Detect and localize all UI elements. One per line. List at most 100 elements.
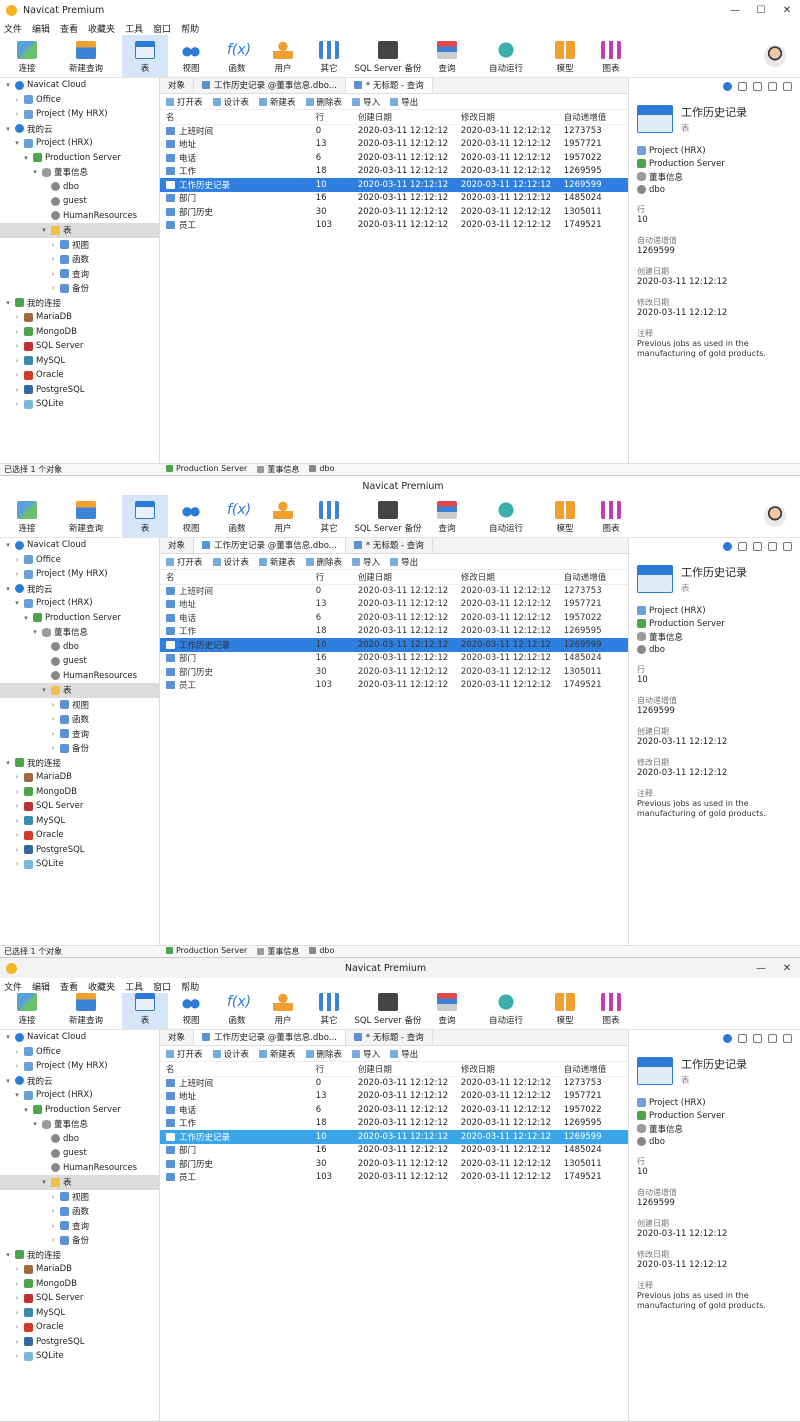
- chevron-right-icon[interactable]: ›: [13, 817, 21, 825]
- chart-button[interactable]: 图表: [588, 35, 634, 77]
- column-header-name[interactable]: 名: [160, 570, 310, 585]
- chart-button[interactable]: 图表: [588, 495, 634, 537]
- chevron-right-icon[interactable]: ›: [49, 284, 57, 292]
- nav-item-14[interactable]: › 备份: [0, 1233, 159, 1248]
- connection-button[interactable]: 连接: [4, 35, 50, 77]
- user-button[interactable]: 用户: [260, 993, 306, 1029]
- table-row[interactable]: 工作 18 2020-03-11 12:12:12 2020-03-11 12:12:…: [160, 165, 628, 179]
- nav-item-13[interactable]: › 查询: [0, 727, 159, 742]
- chevron-right-icon[interactable]: ›: [13, 831, 21, 839]
- table-row[interactable]: 员工 103 2020-03-11 12:12:12 2020-03-11 12:12…: [160, 679, 628, 693]
- menu-view[interactable]: 查看: [60, 980, 78, 993]
- nav-item-22[interactable]: › SQLite: [0, 1349, 159, 1364]
- new-query-button[interactable]: 新建查询: [50, 35, 122, 77]
- table-row[interactable]: 上班时间 0 2020-03-11 12:12:12 2020-03-11 12:12…: [160, 124, 628, 138]
- chevron-right-icon[interactable]: ›: [13, 860, 21, 868]
- nav-item-5[interactable]: ▾ Production Server: [0, 611, 159, 626]
- chevron-down-icon[interactable]: ▾: [22, 154, 30, 162]
- table-button[interactable]: 表: [122, 495, 168, 537]
- chevron-right-icon[interactable]: ›: [49, 255, 57, 263]
- chevron-right-icon[interactable]: ›: [13, 400, 21, 408]
- menu-help[interactable]: 帮助: [181, 980, 199, 993]
- table-row[interactable]: 员工 103 2020-03-11 12:12:12 2020-03-11 12:12…: [160, 219, 628, 233]
- nav-item-14[interactable]: › 备份: [0, 281, 159, 296]
- nav-item-19[interactable]: › MySQL: [0, 814, 159, 829]
- function-button[interactable]: f(x) 函数: [214, 35, 260, 77]
- chevron-down-icon[interactable]: ▾: [4, 81, 12, 89]
- table-row[interactable]: 员工 103 2020-03-11 12:12:12 2020-03-11 12:12…: [160, 1171, 628, 1185]
- chevron-right-icon[interactable]: ›: [13, 357, 21, 365]
- nav-item-7[interactable]: dbo: [0, 640, 159, 655]
- table-row[interactable]: 部门 16 2020-03-11 12:12:12 2020-03-11 12:12:…: [160, 652, 628, 666]
- chevron-right-icon[interactable]: ›: [13, 556, 21, 564]
- chevron-down-icon[interactable]: ▾: [40, 686, 48, 694]
- chevron-right-icon[interactable]: ›: [13, 1309, 21, 1317]
- new-table-button[interactable]: 新建表: [259, 1048, 296, 1060]
- chevron-down-icon[interactable]: ▾: [13, 139, 21, 147]
- nav-item-20[interactable]: › Oracle: [0, 368, 159, 383]
- chevron-down-icon[interactable]: ▾: [13, 599, 21, 607]
- view-button[interactable]: 视图: [168, 35, 214, 77]
- nav-item-16[interactable]: › MariaDB: [0, 770, 159, 785]
- chevron-down-icon[interactable]: ▾: [4, 1077, 12, 1085]
- automation-button[interactable]: 自动运行: [470, 993, 542, 1029]
- open-table-button[interactable]: 打开表: [166, 556, 203, 568]
- menu-tools[interactable]: 工具: [125, 22, 143, 35]
- chevron-right-icon[interactable]: ›: [49, 270, 57, 278]
- model-button[interactable]: 模型: [542, 35, 588, 77]
- chevron-right-icon[interactable]: ›: [49, 1193, 57, 1201]
- other-button[interactable]: 其它: [306, 993, 352, 1029]
- menu-tools[interactable]: 工具: [125, 980, 143, 993]
- new-query-button[interactable]: 新建查询: [50, 993, 122, 1029]
- nav-item-17[interactable]: › MongoDB: [0, 325, 159, 340]
- table-button[interactable]: 表: [122, 993, 168, 1029]
- chevron-right-icon[interactable]: ›: [49, 241, 57, 249]
- chevron-down-icon[interactable]: ▾: [4, 585, 12, 593]
- nav-item-0[interactable]: ▾ Navicat Cloud: [0, 78, 159, 93]
- nav-item-8[interactable]: guest: [0, 194, 159, 209]
- table-row[interactable]: 部门历史 30 2020-03-11 12:12:12 2020-03-11 12:1…: [160, 1157, 628, 1171]
- info-icon[interactable]: [723, 82, 732, 91]
- nav-item-15[interactable]: ▾ 我的连接: [0, 296, 159, 311]
- function-button[interactable]: f(x) 函数: [214, 495, 260, 537]
- chevron-right-icon[interactable]: ›: [13, 846, 21, 854]
- table-row[interactable]: 部门历史 30 2020-03-11 12:12:12 2020-03-11 12:1…: [160, 665, 628, 679]
- grid-icon[interactable]: [768, 1034, 777, 1043]
- table-row[interactable]: 地址 13 2020-03-11 12:12:12 2020-03-11 12:12:…: [160, 598, 628, 612]
- chevron-right-icon[interactable]: ›: [13, 802, 21, 810]
- chart-button[interactable]: 图表: [588, 993, 634, 1029]
- chevron-down-icon[interactable]: ▾: [4, 541, 12, 549]
- chevron-down-icon[interactable]: ▾: [31, 168, 39, 176]
- export-button[interactable]: 导出: [390, 96, 418, 108]
- chevron-right-icon[interactable]: ›: [13, 371, 21, 379]
- nav-item-3[interactable]: ▾ 我的云: [0, 582, 159, 597]
- nav-item-7[interactable]: dbo: [0, 180, 159, 195]
- nav-item-9[interactable]: HumanResources: [0, 1161, 159, 1176]
- table-row[interactable]: 上班时间 0 2020-03-11 12:12:12 2020-03-11 12:12…: [160, 584, 628, 598]
- chevron-right-icon[interactable]: ›: [49, 715, 57, 723]
- settings-icon[interactable]: [783, 542, 792, 551]
- nav-item-0[interactable]: ▾ Navicat Cloud: [0, 1030, 159, 1045]
- preview-icon[interactable]: [753, 1034, 762, 1043]
- nav-item-0[interactable]: ▾ Navicat Cloud: [0, 538, 159, 553]
- nav-item-20[interactable]: › Oracle: [0, 828, 159, 843]
- nav-item-18[interactable]: › SQL Server: [0, 339, 159, 354]
- nav-item-8[interactable]: guest: [0, 654, 159, 669]
- query-button[interactable]: 查询: [424, 993, 470, 1029]
- import-button[interactable]: 导入: [352, 1048, 380, 1060]
- new-table-button[interactable]: 新建表: [259, 96, 296, 108]
- grid-icon[interactable]: [768, 82, 777, 91]
- nav-item-2[interactable]: › Project (My HRX): [0, 107, 159, 122]
- chevron-right-icon[interactable]: ›: [13, 96, 21, 104]
- chevron-down-icon[interactable]: ▾: [4, 759, 12, 767]
- table-row[interactable]: 工作历史记录 10 2020-03-11 12:12:12 2020-03-11 12…: [160, 1130, 628, 1144]
- chevron-right-icon[interactable]: ›: [13, 110, 21, 118]
- nav-item-9[interactable]: HumanResources: [0, 209, 159, 224]
- nav-item-4[interactable]: ▾ Project (HRX): [0, 596, 159, 611]
- table-row[interactable]: 地址 13 2020-03-11 12:12:12 2020-03-11 12:12:…: [160, 138, 628, 152]
- chevron-right-icon[interactable]: ›: [13, 1352, 21, 1360]
- chevron-right-icon[interactable]: ›: [49, 1207, 57, 1215]
- chevron-down-icon[interactable]: ▾: [4, 299, 12, 307]
- chevron-down-icon[interactable]: ▾: [22, 1106, 30, 1114]
- column-header-modified[interactable]: 修改日期: [454, 1062, 558, 1077]
